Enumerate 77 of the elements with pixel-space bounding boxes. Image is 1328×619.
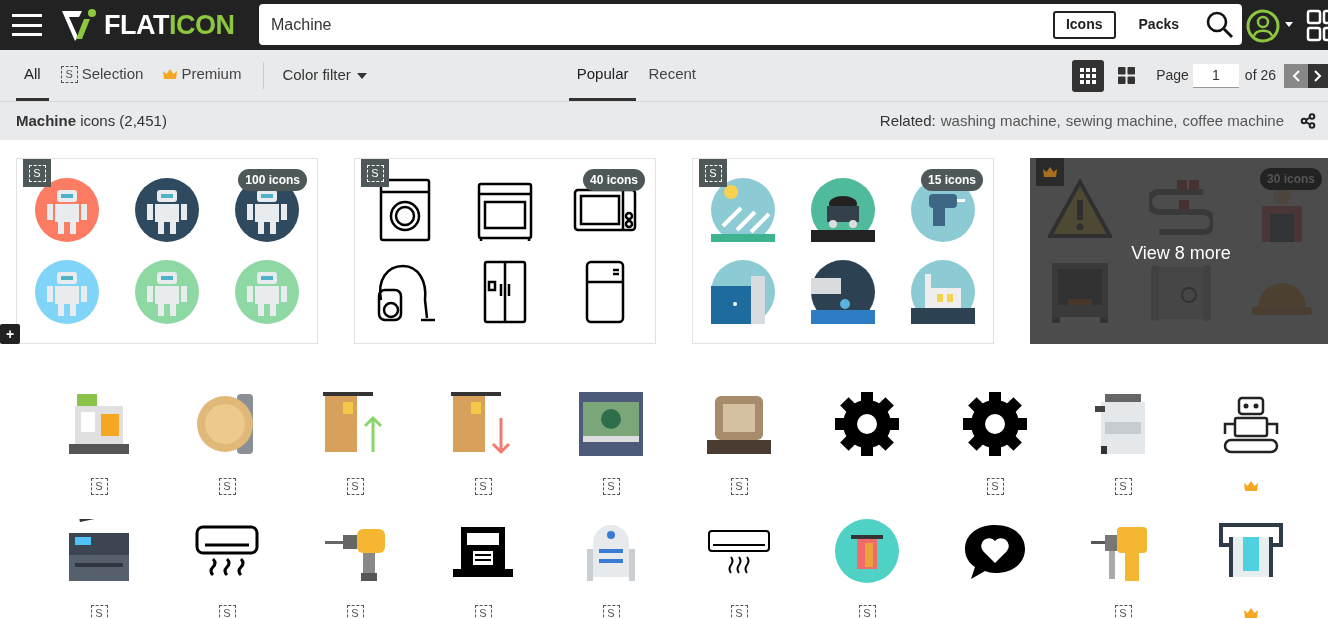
robot-icon — [135, 178, 199, 242]
printer-icon[interactable] — [67, 519, 131, 583]
search-field[interactable]: Machine Icons Packs — [259, 4, 1242, 45]
selection-mark: S — [346, 604, 364, 619]
related-label: Related: — [879, 110, 936, 131]
gear-icon — [963, 392, 1027, 456]
chevron-left-icon — [1292, 69, 1300, 82]
view-more-link[interactable]: View 8 more — [1030, 240, 1328, 267]
large-grid-icon — [1117, 67, 1135, 84]
caret-icon — [356, 72, 367, 79]
selection-mark: S — [1114, 604, 1132, 619]
dam-icon — [711, 260, 775, 324]
icon-count-badge: 100 icons — [238, 169, 307, 191]
cash-register-icon[interactable] — [67, 392, 131, 456]
selection-mark: S — [730, 477, 748, 495]
menu-icon[interactable] — [12, 13, 42, 37]
icon-pack-card[interactable]: S 15 icons — [692, 158, 994, 344]
crown-icon — [1244, 608, 1258, 618]
page-field[interactable]: 1 — [1192, 63, 1239, 88]
banknote-icon[interactable] — [579, 392, 643, 456]
icon-count-badge: 15 icons — [920, 169, 983, 191]
selection-mark: S — [346, 477, 364, 495]
icon-count-badge: 40 icons — [582, 169, 645, 191]
related-link[interactable]: sewing machine, — [1065, 109, 1178, 133]
chevron-right-icon — [1314, 69, 1322, 82]
crown-icon — [1244, 481, 1258, 491]
crown-icon — [1043, 167, 1057, 177]
solar-panel-icon — [711, 178, 775, 242]
selection-mark: S — [60, 65, 78, 83]
selection-mark: S — [218, 604, 236, 619]
selection-mark: S — [858, 604, 876, 619]
results-summary: Machine icons (2,451) — [16, 110, 167, 131]
crown-icon — [163, 69, 178, 79]
mine-cart-icon — [811, 178, 875, 242]
view-mode-button[interactable] — [1072, 59, 1105, 92]
selection-mark: S — [28, 164, 46, 182]
selection-mark: S — [730, 604, 748, 619]
next-page-button[interactable] — [1308, 63, 1328, 88]
selection-mark: S — [90, 604, 108, 619]
related-link[interactable]: coffee machine — [1182, 109, 1284, 133]
user-avatar-icon[interactable] — [1246, 9, 1280, 43]
robot-icon — [135, 260, 199, 324]
filter-tab[interactable]: S Selection — [52, 50, 152, 101]
logo-wordmark[interactable]: FLATICON — [104, 11, 235, 39]
selection-mark: S — [218, 477, 236, 495]
selection-mark: S — [704, 164, 722, 182]
credit-card-icon[interactable] — [835, 519, 899, 583]
share-icon[interactable] — [1300, 113, 1316, 129]
icon-pack-card[interactable]: S 100 icons — [16, 158, 318, 344]
page-total: of 26 — [1244, 66, 1276, 85]
selection-mark: S — [986, 477, 1004, 495]
search-type-tab[interactable]: Icons — [1052, 10, 1116, 39]
selection-mark: S — [602, 477, 620, 495]
gear-icon — [835, 392, 899, 456]
water-pipe-icon — [811, 260, 875, 324]
color-filter-dropdown[interactable]: Color filter — [274, 50, 375, 101]
apps-grid-icon[interactable] — [1306, 9, 1328, 43]
search-icon[interactable] — [1206, 10, 1234, 39]
selection-mark: S — [366, 164, 384, 182]
caret-icon[interactable] — [1285, 22, 1293, 27]
related-link[interactable]: washing machine, — [940, 109, 1061, 133]
robot-icon — [35, 178, 99, 242]
small-grid-icon — [1080, 67, 1097, 84]
sort-tab[interactable]: Recent — [640, 50, 704, 101]
selection-mark: S — [602, 604, 620, 619]
expand-button[interactable]: + — [0, 324, 20, 344]
selection-mark: S — [1114, 477, 1132, 495]
robot-icon — [35, 260, 99, 324]
selection-mark: S — [474, 604, 492, 619]
selection-mark: S — [90, 477, 108, 495]
icon-pack-card[interactable]: S 40 icons — [354, 158, 656, 344]
factory-icon — [911, 260, 975, 324]
selection-mark: S — [474, 477, 492, 495]
robot-icon — [235, 260, 299, 324]
page-label: Page — [1156, 66, 1189, 85]
search-type-tab[interactable]: Packs — [1125, 10, 1192, 39]
filter-tab[interactable]: Premium — [155, 50, 250, 101]
